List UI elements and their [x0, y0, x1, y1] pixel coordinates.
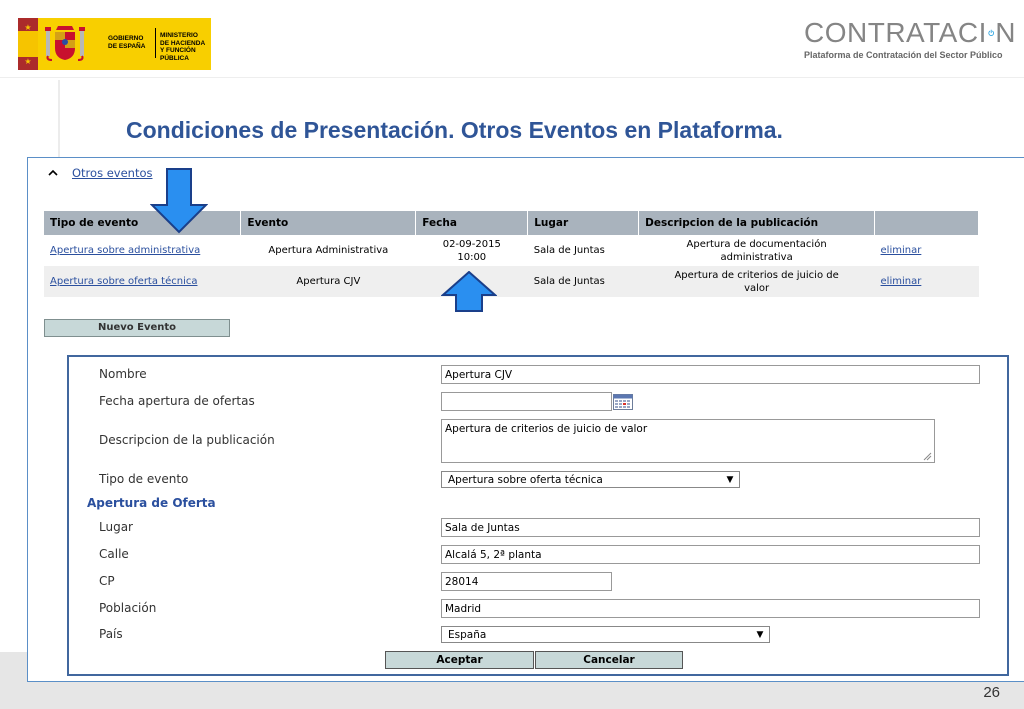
event-description-line: Apertura de criterios de juicio de [674, 269, 839, 281]
coat-of-arms-icon [45, 26, 85, 61]
arrow-up-icon [441, 271, 497, 312]
cancel-button[interactable]: Cancelar [535, 651, 683, 669]
table-row: Apertura sobre administrativa Apertura A… [44, 235, 979, 266]
platform-wordmark-part: N [995, 17, 1016, 48]
gov-text-line: GOBIERNO [108, 35, 144, 42]
event-place-cell: Sala de Juntas [527, 235, 639, 266]
ministry-text-line: MINISTERIO [160, 32, 198, 39]
delete-link[interactable]: eliminar [874, 235, 979, 266]
apertura-oferta-subhead: Apertura de Oferta [87, 496, 216, 510]
platform-wordmark-part: CONTRATACI [804, 17, 987, 48]
platform-logo: CONTRATACI N Plataforma de Contratación … [804, 17, 1016, 61]
resize-grip-icon[interactable] [922, 451, 932, 461]
section-toggle-otros-eventos[interactable]: Otros eventos [46, 166, 153, 180]
event-type-link[interactable]: Apertura sobre administrativa [44, 235, 241, 266]
poblacion-label: Población [99, 601, 157, 615]
column-header: Descripcion de la publicación [638, 211, 876, 235]
government-logo: ★ ★ GOBIERNO DE ESPAÑA MINISTERIO DE HAC… [18, 18, 211, 70]
calle-label: Calle [99, 547, 129, 561]
dropdown-arrow-icon[interactable]: ▼ [751, 630, 769, 640]
event-description-cell: Apertura de documentación administrativa [638, 235, 875, 266]
arrow-down-icon [150, 168, 208, 234]
delete-link[interactable]: eliminar [874, 266, 979, 297]
tipo-evento-label: Tipo de evento [99, 472, 189, 486]
chevron-up-icon[interactable] [46, 166, 60, 180]
column-header: Lugar [527, 211, 640, 235]
event-time: 10:00 [457, 251, 487, 263]
tipo-evento-selected: Apertura sobre oferta técnica [448, 473, 603, 486]
power-icon [988, 29, 994, 36]
column-header: Fecha [415, 211, 529, 235]
accept-button[interactable]: Aceptar [385, 651, 534, 669]
platform-tagline: Plataforma de Contratación del Sector Pú… [804, 50, 1003, 60]
event-type-link[interactable]: Apertura sobre oferta técnica [44, 266, 241, 297]
fecha-apertura-input[interactable] [441, 392, 612, 411]
event-date-cell: 02-09-2015 10:00 [415, 235, 528, 266]
pais-label: País [99, 627, 123, 641]
eu-flag-strip: ★ ★ [18, 18, 38, 70]
descripcion-textarea[interactable]: Apertura de criterios de juicio de valor [441, 419, 935, 463]
event-description-cell: Apertura de criterios de juicio de valor [638, 266, 875, 297]
poblacion-input[interactable] [441, 599, 980, 618]
event-name-cell: Apertura Administrativa [240, 235, 416, 266]
column-header: Tipo de evento [44, 211, 242, 235]
slide-title: Condiciones de Presentación. Otros Event… [126, 117, 783, 143]
page-number: 26 [983, 684, 1000, 701]
header-divider [0, 77, 1024, 78]
fecha-apertura-label: Fecha apertura de ofertas [99, 394, 255, 408]
lugar-label: Lugar [99, 520, 133, 534]
event-name-cell: Apertura CJV [240, 266, 416, 297]
event-place-cell: Sala de Juntas [527, 266, 639, 297]
event-description-line: administrativa [720, 251, 793, 263]
calle-input[interactable] [441, 545, 980, 564]
nombre-input[interactable] [441, 365, 980, 384]
table-row: Apertura sobre oferta técnica Apertura C… [44, 266, 979, 297]
ministry-text-line: DE HACIENDA [160, 39, 206, 47]
gov-text-line: DE ESPAÑA [108, 42, 146, 50]
event-date: 02-09-2015 [442, 238, 501, 250]
cp-input[interactable] [441, 572, 612, 591]
descripcion-label: Descripcion de la publicación [99, 433, 275, 447]
column-header: Evento [240, 211, 417, 235]
left-decorative-rule [58, 80, 60, 158]
column-header [874, 211, 979, 235]
event-description-line: valor [744, 282, 770, 294]
tipo-evento-select[interactable]: Apertura sobre oferta técnica ▼ [441, 471, 740, 488]
pais-selected: España [448, 628, 487, 641]
calendar-icon[interactable] [613, 394, 633, 410]
cp-label: CP [99, 574, 115, 588]
nombre-label: Nombre [99, 367, 147, 381]
pais-select[interactable]: España ▼ [441, 626, 770, 643]
ministry-text-line: Y FUNCIÓN PÚBLICA [160, 47, 196, 62]
event-description-line: Apertura de documentación [686, 238, 827, 250]
dropdown-arrow-icon[interactable]: ▼ [721, 475, 739, 485]
lugar-input[interactable] [441, 518, 980, 537]
new-event-button[interactable]: Nuevo Evento [44, 319, 230, 337]
section-toggle-label[interactable]: Otros eventos [72, 166, 153, 180]
